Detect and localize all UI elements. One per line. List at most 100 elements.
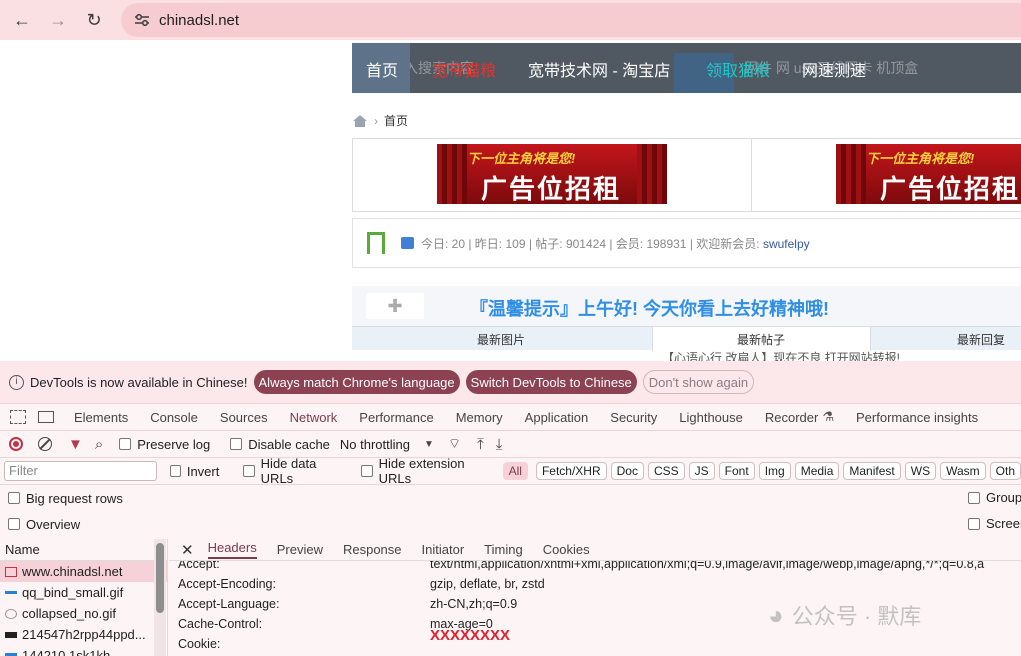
hide-extension-urls-checkbox[interactable] xyxy=(361,465,373,477)
scrollbar-thumb[interactable] xyxy=(156,543,164,613)
chip-doc[interactable]: Doc xyxy=(610,462,644,480)
header-name: Accept-Encoding: xyxy=(178,577,276,591)
invert-checkbox[interactable] xyxy=(169,465,181,477)
tab-performance-insights[interactable]: Performance insights xyxy=(856,410,978,425)
header-value: gzip, deflate, br, zstd xyxy=(430,577,545,591)
chip-font[interactable]: Font xyxy=(718,462,755,480)
tab-network[interactable]: Network xyxy=(290,410,338,425)
tab-latest-replies[interactable]: 最新回复 xyxy=(957,331,1005,348)
screenshots-checkbox[interactable] xyxy=(968,518,980,530)
network-conditions-icon[interactable]: ⌔ xyxy=(448,435,461,453)
chip-other[interactable]: Oth xyxy=(989,462,1021,480)
switch-language-button[interactable]: Switch DevTools to Chinese xyxy=(465,370,637,394)
back-icon[interactable]: ← xyxy=(4,2,40,38)
reload-icon[interactable]: ↻ xyxy=(76,2,112,38)
breadcrumb: › 首页 xyxy=(352,112,408,129)
chip-css[interactable]: CSS xyxy=(647,462,685,480)
ad-curtain xyxy=(437,144,467,204)
tab-latest-posts[interactable]: 最新帖子 xyxy=(737,331,785,348)
group-checkbox[interactable] xyxy=(968,492,980,504)
request-row[interactable]: collapsed_no.gif xyxy=(0,603,167,624)
match-language-button[interactable]: Always match Chrome's language xyxy=(253,370,460,394)
filter-icon[interactable]: ▼ xyxy=(68,436,83,453)
filter-input[interactable]: Filter xyxy=(4,461,157,481)
tab-security[interactable]: Security xyxy=(610,410,657,425)
chip-media[interactable]: Media xyxy=(794,462,840,480)
nav-home[interactable]: 首页 xyxy=(366,57,398,81)
nav-item-taobao[interactable]: 宽带技术网 - 淘宝店 xyxy=(528,57,670,81)
invert-label: Invert xyxy=(186,463,220,479)
device-toolbar-icon[interactable] xyxy=(38,411,54,423)
tab-preview[interactable]: Preview xyxy=(277,542,323,557)
tab-response[interactable]: Response xyxy=(343,542,402,557)
tab-elements[interactable]: Elements xyxy=(74,410,128,425)
header-name: Cookie: xyxy=(178,637,221,651)
preserve-log-checkbox[interactable] xyxy=(119,438,132,450)
content-tabs: 最新图片 最新帖子 最新回复 xyxy=(352,326,1021,351)
ad-banner-main: 广告位招租 xyxy=(880,174,1021,204)
image-icon xyxy=(5,631,17,638)
tab-sources[interactable]: Sources xyxy=(220,410,268,425)
export-har-icon[interactable]: ⤓ xyxy=(496,436,503,453)
notice-bar: ✚ 『温馨提示』上午好! 今天你看上去好精神哦! xyxy=(352,286,1021,326)
notice-message: 『温馨提示』上午好! 今天你看上去好精神哦! xyxy=(470,299,829,319)
image-icon xyxy=(5,591,17,594)
column-name[interactable]: Name xyxy=(0,539,167,561)
search-icon[interactable]: ⌕ xyxy=(95,436,103,453)
tab-performance[interactable]: Performance xyxy=(359,410,433,425)
tab-cookies[interactable]: Cookies xyxy=(543,542,590,557)
nav-item-speedtest[interactable]: 网速测速 xyxy=(802,57,866,81)
throttling-select[interactable]: No throttling xyxy=(340,437,410,452)
tab-recorder[interactable]: Recorder xyxy=(765,410,818,425)
disable-cache-checkbox[interactable] xyxy=(230,438,243,450)
import-har-icon[interactable]: ⤒ xyxy=(477,436,484,453)
chevron-down-icon[interactable]: ▼ xyxy=(424,439,434,450)
clear-icon[interactable] xyxy=(38,437,52,451)
tab-headers[interactable]: Headers xyxy=(207,540,257,559)
address-bar[interactable]: chinadsl.net xyxy=(121,3,1021,37)
chip-all[interactable]: All xyxy=(502,462,528,480)
request-list-scrollbar[interactable] xyxy=(154,539,166,656)
request-row[interactable]: qq_bind_small.gif xyxy=(0,582,167,603)
tab-lighthouse[interactable]: Lighthouse xyxy=(679,410,743,425)
tab-application[interactable]: Application xyxy=(525,410,589,425)
options-row: Overview Screen xyxy=(0,511,1021,537)
url-text: chinadsl.net xyxy=(159,11,240,29)
dont-show-again-button[interactable]: Don't show again xyxy=(642,370,755,394)
close-icon[interactable]: ✕ xyxy=(181,541,194,559)
devtools-tabs: Elements Console Sources Network Perform… xyxy=(0,404,1021,431)
overview-checkbox[interactable] xyxy=(8,518,20,530)
request-row[interactable]: 144210 1sk1kh... xyxy=(0,645,167,656)
request-row[interactable]: www.chinadsl.net xyxy=(0,561,167,582)
bookmark-icon[interactable] xyxy=(367,232,385,258)
home-icon[interactable] xyxy=(352,114,368,128)
chip-img[interactable]: Img xyxy=(758,462,791,480)
tab-memory[interactable]: Memory xyxy=(456,410,503,425)
request-row[interactable]: 214547h2rpp44ppd... xyxy=(0,624,167,645)
new-member-link[interactable]: swufelpy xyxy=(763,237,810,251)
puzzle-icon: ✚ xyxy=(366,293,424,319)
big-rows-checkbox[interactable] xyxy=(8,492,20,504)
ad-banner[interactable]: 下一位主角将是您! 广告位招租 xyxy=(836,144,1021,204)
header-value-redacted: XXXXXXXX xyxy=(430,627,511,644)
nav-item-maoliang[interactable]: 宽带猫粮 xyxy=(432,57,496,81)
tab-latest-images[interactable]: 最新图片 xyxy=(477,331,525,348)
chip-wasm[interactable]: Wasm xyxy=(940,462,986,480)
inspect-element-icon[interactable] xyxy=(10,410,26,424)
chip-js[interactable]: JS xyxy=(688,462,715,480)
header-name: Accept-Language: xyxy=(178,597,280,611)
chip-fetch-xhr[interactable]: Fetch/XHR xyxy=(535,462,607,480)
ad-row: 下一位主角将是您! 广告位招租 下一位主角将是您! 广告位招租 xyxy=(352,138,1021,212)
tab-timing[interactable]: Timing xyxy=(484,542,523,557)
chip-ws[interactable]: WS xyxy=(904,462,937,480)
nav-item-get-maoliang[interactable]: 领取猫粮 xyxy=(706,57,770,81)
record-icon[interactable] xyxy=(9,437,23,451)
hide-data-urls-checkbox[interactable] xyxy=(243,465,255,477)
options-row: Big request rows Group xyxy=(0,485,1021,511)
site-settings-icon[interactable] xyxy=(131,9,153,31)
ad-banner[interactable]: 下一位主角将是您! 广告位招租 xyxy=(437,144,667,204)
tab-console[interactable]: Console xyxy=(150,410,198,425)
chip-manifest[interactable]: Manifest xyxy=(843,462,901,480)
tab-initiator[interactable]: Initiator xyxy=(422,542,465,557)
forward-icon[interactable]: → xyxy=(40,2,76,38)
